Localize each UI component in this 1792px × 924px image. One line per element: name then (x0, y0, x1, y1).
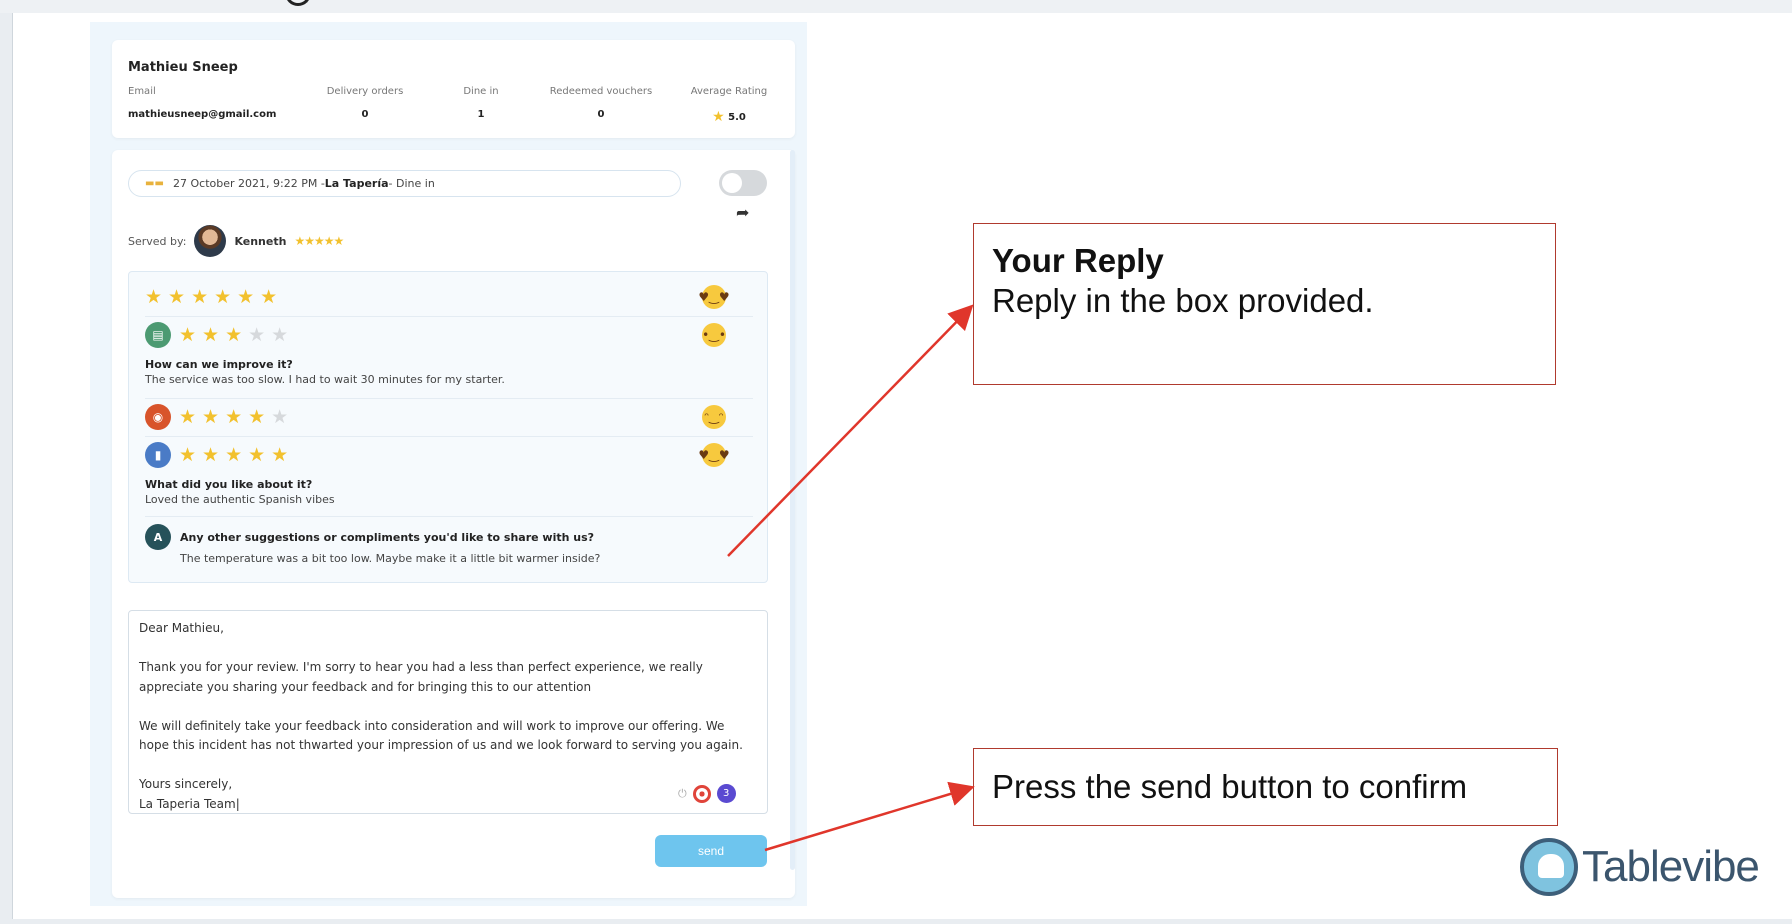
textarea-toolbar: ⏻ 3 (678, 784, 736, 803)
reply-callout: Your Reply Reply in the box provided. (973, 223, 1556, 385)
tablevibe-logo: Tablevibe (1520, 838, 1760, 896)
burger-icon: ▤ (145, 322, 171, 348)
delivery-value: 0 (361, 109, 369, 120)
answer-liked: Loved the authentic Spanish vibes (145, 493, 335, 506)
rating-column: Average Rating ★ 5.0 (684, 86, 774, 125)
star-icon: ★ (712, 109, 725, 125)
send-button[interactable]: send (655, 835, 767, 867)
review-scrollbar[interactable] (790, 150, 795, 870)
target-icon[interactable] (692, 784, 711, 803)
reply-line: We will definitely take your feedback in… (139, 718, 743, 753)
top-strip (0, 0, 1792, 13)
served-by: Served by: Kenneth ★★★★★ (128, 225, 344, 257)
drink-icon: ▮ (145, 442, 171, 468)
reply-closing: Yours sincerely, La Taperia Team| (139, 777, 240, 811)
callout-title: Your Reply (992, 242, 1164, 279)
vouchers-value: 0 (597, 109, 605, 120)
question-suggestions: Any other suggestions or compliments you… (180, 531, 595, 544)
rating-value: 5.0 (728, 112, 746, 123)
reply-line: Yours sincerely, (139, 777, 233, 791)
restaurant-name: La Tapería (324, 177, 389, 190)
rating-label: Average Rating (690, 86, 768, 97)
answer-suggestions: The temperature was a bit too low. Maybe… (180, 552, 601, 565)
waiter-stars: ★★★★★ (294, 234, 344, 248)
order-type: - Dine in (388, 177, 435, 190)
review-date-pill: ▬▬ 27 October 2021, 9:22 PM -La Tapería-… (128, 170, 681, 197)
chef-hat-icon (1520, 838, 1578, 896)
dine-in-icon: ▬▬ (145, 178, 164, 189)
delivery-column: Delivery orders 0 (320, 86, 410, 120)
heart-eyes-emoji: ♥‿♥ (698, 285, 730, 309)
review-toggle[interactable] (719, 170, 767, 196)
callout-text: Reply in the box provided. (992, 282, 1374, 319)
star-rating: ★★★★★★ (145, 286, 284, 308)
suggestion-count-badge[interactable]: 3 (716, 784, 736, 803)
dinein-value: 1 (477, 109, 485, 120)
rating-row-overall: ★★★★★★ (145, 286, 283, 308)
brand-name: Tablevibe (1582, 842, 1760, 891)
title-fragment (285, 0, 311, 6)
neutral-emoji: •‿• (702, 323, 726, 347)
heart-eyes-emoji: ♥‿♥ (698, 443, 730, 467)
question-improve: How can we improve it? (145, 358, 293, 371)
power-icon[interactable]: ⏻ (678, 787, 687, 801)
review-card: ▬▬ 27 October 2021, 9:22 PM -La Tapería-… (112, 150, 795, 898)
delivery-label: Delivery orders (326, 86, 404, 97)
smile-emoji: ᵔ‿ᵔ (702, 405, 726, 429)
share-icon[interactable]: ➦ (736, 203, 749, 222)
rating-row-food: ▤ ★★★★★ (145, 322, 294, 348)
star-rating: ★★★★★ (179, 324, 295, 346)
star-rating: ★★★★★ (179, 444, 295, 466)
answer-improve: The service was too slow. I had to wait … (145, 373, 505, 386)
divider (145, 436, 753, 437)
divider (145, 398, 753, 399)
star-rating: ★★★★★ (179, 406, 295, 428)
rating-row-dish: ◉ ★★★★★ (145, 404, 294, 430)
callout-text: Press the send button to confirm (992, 768, 1468, 805)
reply-line: La Taperia Team (139, 796, 236, 811)
dinein-label: Dine in (463, 86, 499, 97)
reply-textarea[interactable]: Dear Mathieu, Thank you for your review.… (128, 610, 768, 814)
divider (145, 516, 753, 517)
email-label: Email (128, 86, 156, 97)
ratings-panel: ★★★★★★ ♥‿♥ ▤ ★★★★★ •‿• How can we improv… (128, 271, 768, 583)
vouchers-label: Redeemed vouchers (549, 86, 653, 97)
customer-name: Mathieu Sneep (128, 60, 238, 75)
rating-value-wrap: ★ 5.0 (684, 109, 774, 125)
reply-line: Thank you for your review. I'm sorry to … (139, 660, 703, 694)
waiter-avatar (194, 225, 227, 257)
suggestion-badge: A (145, 524, 171, 550)
review-date: 27 October 2021, 9:22 PM - (173, 177, 325, 190)
dinein-column: Dine in 1 (436, 86, 526, 120)
food-icon: ◉ (145, 404, 171, 430)
divider (145, 316, 753, 317)
waiter-name: Kenneth (234, 234, 287, 248)
email-value: mathieusneep@gmail.com (128, 109, 277, 120)
question-liked: What did you like about it? (145, 478, 313, 491)
customer-profile-card: Mathieu Sneep Email mathieusneep@gmail.c… (112, 40, 795, 138)
email-column: Email mathieusneep@gmail.com (128, 86, 276, 120)
rating-row-drinks: ▮ ★★★★★ (145, 442, 294, 468)
vouchers-column: Redeemed vouchers 0 (546, 86, 656, 120)
reply-line: Dear Mathieu, (139, 621, 224, 635)
send-callout: Press the send button to confirm (973, 748, 1558, 826)
toggle-knob (722, 173, 742, 193)
served-label: Served by: (128, 234, 187, 248)
